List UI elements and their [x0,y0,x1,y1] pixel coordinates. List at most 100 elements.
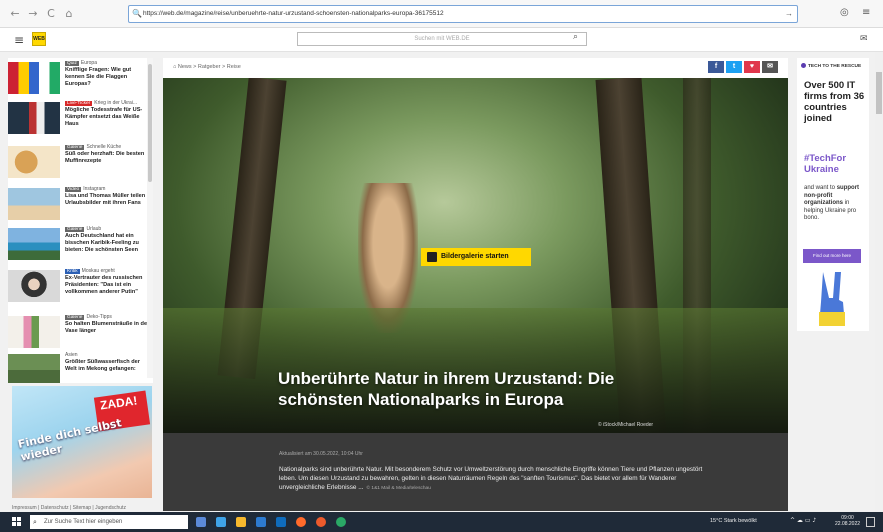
hamburger-menu-icon[interactable]: ≡ [14,33,24,47]
mail-app-icon[interactable] [276,517,286,527]
store-icon[interactable] [256,517,266,527]
footer-links[interactable]: Impressum | Datenschutz | Sitemap | Juge… [12,505,126,511]
category: Deko-Tipps [86,314,112,320]
ad-text: and want to support non-profit organizat… [804,185,860,221]
badge: Galerie [65,315,85,320]
news-sidebar: Quiz Europa Knifflige Fragen: Wie gut ken… [8,58,153,383]
app-icon[interactable] [316,517,326,527]
item-title: Ex-Vertrauter des russischen Präsidenten… [65,275,143,295]
badge: Galerie [65,227,85,232]
system-tray-icons[interactable]: ^ ☁ ▭ ♪ [790,517,816,524]
list-item[interactable]: Quiz Europa Knifflige Fragen: Wie gut ken… [8,60,148,100]
thumbnail [8,146,60,178]
article-source: © 1&1 Mail & Media/teleschau [366,486,431,491]
shield-icon[interactable]: ◎ [840,7,849,18]
badge: Kritik [65,269,80,274]
right-advertisement[interactable]: TECH TO THE RESCUE Over 500 IT firms fro… [797,58,869,331]
taskbar-search-input[interactable]: ⌕ Zur Suche Text hier eingeben [30,515,188,529]
file-explorer-icon[interactable] [236,517,246,527]
sidebar-scrollbar[interactable] [147,58,153,378]
twitter-share-icon[interactable]: t [726,61,742,73]
reload-icon[interactable]: C [44,7,58,21]
notification-icon[interactable] [866,517,875,527]
site-search-input[interactable]: Suchen mit WEB.DE [297,32,587,46]
brand-logo-icon [801,63,806,68]
item-title: Mögliche Todesstrafe für US-Kämpfer ents… [65,107,143,127]
weather-widget[interactable]: 15°C Stark bewölkt [710,518,757,524]
list-item[interactable]: Galerie Urlaub Auch Deutschland hat ein b… [8,226,148,266]
thumbnail [8,102,60,134]
list-item[interactable]: Kritik Moskau ergeht Ex-Vertrauter des ru… [8,268,148,308]
site-header: ≡ WEB Suchen mit WEB.DE ⌕ ✉ [0,28,883,52]
page-scrollbar[interactable] [875,52,883,512]
list-item[interactable]: Video Instagram Lisa und Thomas Müller te… [8,186,148,226]
app-icon[interactable] [336,517,346,527]
ad-hashtag: #TechFor Ukraine [804,153,847,175]
badge: Video [65,187,82,192]
article-headline: Unberührte Natur in ihrem Urzustand: Die… [278,369,615,409]
article-body: Nationalparks sind unberührte Natur. Mit… [279,466,703,491]
article-date: Aktualisiert am 30.05.2022, 10:04 Uhr [279,451,363,457]
peace-hand-icon [819,272,845,326]
address-bar[interactable]: 🔍 https://web.de/magazine/reise/unberueh… [128,5,798,23]
pocket-share-icon[interactable]: ♥ [744,61,760,73]
ad-brand: TECH TO THE RESCUE [801,63,861,69]
list-item[interactable]: Galerie Schnelle Küche Süß oder herzhaft:… [8,144,148,184]
firefox-icon[interactable] [296,517,306,527]
breadcrumb[interactable]: ⌂ News > Ratgeber > Reise [173,64,241,70]
category: Urlaub [86,226,102,232]
article-main: ⌂ News > Ratgeber > Reise f t ♥ ✉ Bilder… [163,58,788,511]
search-icon: ⌕ [33,518,37,526]
thumbnail [8,316,60,348]
category: Europa [80,60,97,66]
ad-cta-button[interactable]: Find out more here [803,249,861,263]
category: Asien [65,352,78,358]
clock[interactable]: 09:00 22.08.2022 [835,515,860,527]
list-item[interactable]: Live-Ticker Krieg in der Ukrai... Möglich… [8,100,148,140]
badge: Quiz [65,61,79,66]
article-teaser: Aktualisiert am 30.05.2022, 10:04 Uhr Na… [163,433,788,511]
back-icon[interactable]: ← [8,7,22,21]
item-title: Süß oder herzhaft: Die besten Muffinreze… [65,151,145,164]
category: Krieg in der Ukrai... [94,100,138,106]
category: Instagram [83,186,106,192]
thumbnail [8,270,60,302]
category: Schnelle Küche [86,144,122,150]
item-title: Auch Deutschland hat ein bisschen Karibi… [65,233,139,253]
thumbnail [8,62,60,94]
thumbnail [8,228,60,260]
item-title: Lisa und Thomas Müller teilen Urlaubsbil… [65,193,146,206]
facebook-share-icon[interactable]: f [708,61,724,73]
item-title: Größter Süßwasserfisch der Welt im Mekon… [65,359,140,372]
image-credit: © iStock/Michael Roeder [598,422,654,428]
search-icon[interactable]: ⌕ [573,32,578,42]
home-icon[interactable]: ⌂ [62,7,76,21]
start-icon[interactable] [12,517,22,527]
task-view-icon[interactable] [196,517,206,527]
list-item[interactable]: Asien Größter Süßwasserfisch der Welt im… [8,352,148,383]
item-title: Knifflige Fragen: Wie gut kennen Sie die… [65,67,132,87]
hero-image[interactable]: Bildergalerie starten Unberührte Natur i… [163,78,788,433]
forward-icon[interactable]: → [26,7,40,21]
search-icon: 🔍 [132,9,142,18]
badge: Galerie [65,145,85,150]
badge: Live-Ticker [65,101,93,106]
ad-slogan: Finde dich selbst wieder [16,416,123,464]
thumbnail [8,354,60,383]
site-logo[interactable]: WEB [32,32,46,46]
edge-icon[interactable] [216,517,226,527]
left-advertisement[interactable]: ZADA! Finde dich selbst wieder [12,386,152,498]
gallery-start-button[interactable]: Bildergalerie starten [421,248,531,266]
mail-share-icon[interactable]: ✉ [762,61,778,73]
mail-icon[interactable]: ✉ [860,34,868,44]
menu-icon[interactable]: ≡ [862,7,870,18]
windows-taskbar: ⌕ Zur Suche Text hier eingeben 15°C Star… [0,512,883,532]
browser-toolbar: ← → C ⌂ 🔍 https://web.de/magazine/reise/… [0,0,883,28]
item-title: So halten Blumensträuße in der Vase läng… [65,321,150,334]
list-item[interactable]: Galerie Deko-Tipps So halten Blumensträuß… [8,314,150,354]
thumbnail [8,188,60,220]
category: Moskau ergeht [81,268,115,274]
url-text: https://web.de/magazine/reise/unberuehrt… [143,10,444,17]
gallery-icon [427,252,437,262]
go-arrow-icon[interactable]: → [785,6,793,22]
